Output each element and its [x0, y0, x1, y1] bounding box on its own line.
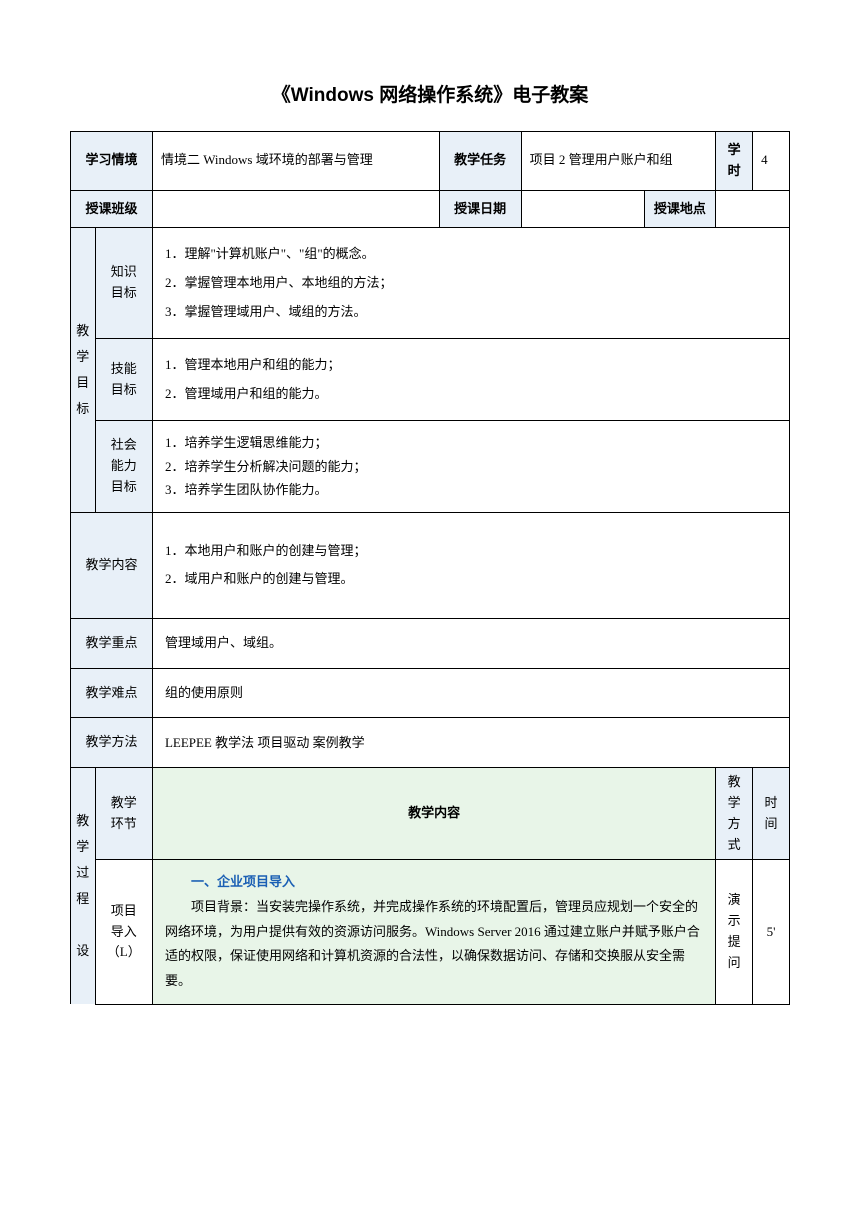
stage1-mode: 演示提问 [716, 860, 753, 1004]
content-difficulty: 组的使用原则 [152, 668, 789, 718]
content-skill: 1．管理本地用户和组的能力； 2．管理域用户和组的能力。 [152, 339, 789, 421]
value-situation: 情境二 Windows 域环境的部署与管理 [152, 132, 439, 191]
label-knowledge: 知识目标 [95, 228, 152, 339]
vlabel-goals: 教学目标 [71, 228, 96, 512]
col-mode: 教学方式 [716, 768, 753, 860]
stage1-content: 一、企业项目导入 项目背景：当安装完操作系统，并完成操作系统的环境配置后，管理员… [152, 860, 715, 1004]
stage1-label: 项目导入（L） [95, 860, 152, 1004]
stage1-section-title: 一、企业项目导入 [191, 874, 295, 889]
stage1-time: 5' [753, 860, 790, 1004]
content-method: LEEPEE 教学法 项目驱动 案例教学 [152, 718, 789, 768]
value-date [521, 190, 644, 228]
label-difficulty: 教学难点 [71, 668, 153, 718]
label-focus: 教学重点 [71, 618, 153, 668]
page-title: 《Windows 网络操作系统》电子教案 [70, 80, 790, 107]
value-location [716, 190, 790, 228]
value-task: 项目 2 管理用户账户和组 [521, 132, 716, 191]
label-skill: 技能目标 [95, 339, 152, 421]
lesson-plan-table: 学习情境 情境二 Windows 域环境的部署与管理 教学任务 项目 2 管理用… [70, 131, 790, 1005]
content-focus: 管理域用户、域组。 [152, 618, 789, 668]
label-method: 教学方法 [71, 718, 153, 768]
label-class: 授课班级 [71, 190, 153, 228]
label-situation: 学习情境 [71, 132, 153, 191]
col-content: 教学内容 [152, 768, 715, 860]
vlabel-process: 教学过程设 [71, 768, 96, 1005]
label-location: 授课地点 [644, 190, 716, 228]
col-time: 时间 [753, 768, 790, 860]
stage1-body: 项目背景：当安装完操作系统，并完成操作系统的环境配置后，管理员应规划一个安全的网… [165, 895, 703, 994]
content-social: 1．培养学生逻辑思维能力； 2．培养学生分析解决问题的能力； 3．培养学生团队协… [152, 421, 789, 512]
content-knowledge: 1．理解"计算机账户"、"组"的概念。 2．掌握管理本地用户、本地组的方法； 3… [152, 228, 789, 339]
label-hours: 学时 [716, 132, 753, 191]
value-class [152, 190, 439, 228]
label-content: 教学内容 [71, 512, 153, 618]
label-date: 授课日期 [439, 190, 521, 228]
value-hours: 4 [753, 132, 790, 191]
col-stage: 教学环节 [95, 768, 152, 860]
label-task: 教学任务 [439, 132, 521, 191]
content-teaching: 1．本地用户和账户的创建与管理； 2．域用户和账户的创建与管理。 [152, 512, 789, 618]
label-social: 社会能力目标 [95, 421, 152, 512]
